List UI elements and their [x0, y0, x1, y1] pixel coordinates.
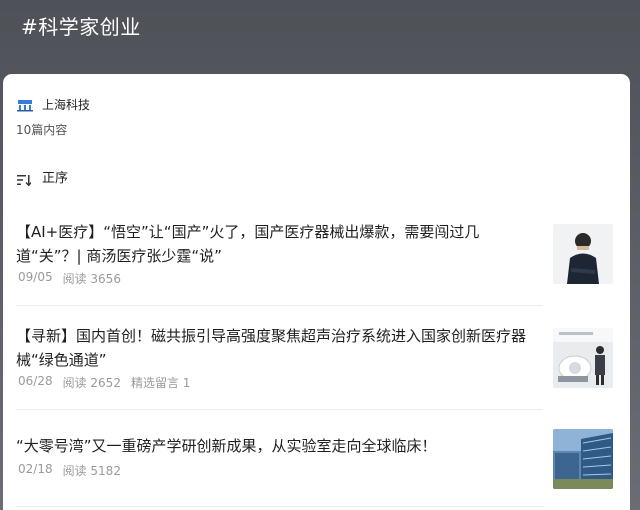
article-title[interactable]: “大零号湾”又一重磅产学研创新成果，从实验室走向全球临床！: [16, 434, 541, 458]
shanghai-tech-logo-icon: [17, 97, 33, 112]
article-title[interactable]: 【AI+医疗】“悟空”让“国产”火了，国产医疗器械出爆款，需要闯过几道“关”？|…: [16, 220, 541, 268]
divider: [16, 506, 543, 507]
article-thumbnail[interactable]: [553, 224, 613, 284]
topic-title: #科学家创业: [21, 15, 141, 39]
divider: [16, 305, 543, 306]
article-comments: 精选留言 1: [130, 376, 191, 390]
article-date: 02/18: [18, 462, 53, 476]
article-item[interactable]: “大零号湾”又一重磅产学研创新成果，从实验室走向全球临床！ 02/18 阅读 5…: [16, 429, 613, 500]
article-meta: 09/05 阅读 3656: [18, 270, 121, 287]
sort-order-icon: [17, 171, 32, 187]
article-date: 09/05: [18, 270, 53, 284]
article-reads: 阅读 2652: [62, 376, 121, 390]
article-meta: 06/28 阅读 2652 精选留言 1: [18, 374, 190, 391]
sort-label[interactable]: 正序: [42, 167, 68, 186]
article-reads: 阅读 3656: [62, 272, 121, 286]
article-thumbnail[interactable]: [553, 429, 613, 489]
article-reads: 阅读 5182: [62, 464, 121, 478]
article-item[interactable]: 【寻新】国内首创！磁共振引导高强度聚焦超声治疗系统进入国家创新医疗器械“绿色通道…: [16, 324, 613, 391]
article-title[interactable]: 【寻新】国内首创！磁共振引导高强度聚焦超声治疗系统进入国家创新医疗器械“绿色通道…: [16, 324, 541, 372]
article-date: 06/28: [18, 374, 53, 388]
content-card: 上海科技 10篇内容 正序 【AI+医疗】“悟空”让“国产”火了，国产医疗器械出…: [3, 74, 630, 510]
article-meta: 02/18 阅读 5182: [18, 462, 121, 479]
article-item[interactable]: 【AI+医疗】“悟空”让“国产”火了，国产医疗器械出爆款，需要闯过几道“关”？|…: [16, 220, 613, 287]
article-count: 10篇内容: [16, 123, 68, 137]
account-name[interactable]: 上海科技: [42, 96, 90, 113]
divider: [16, 409, 543, 410]
sort-toggle[interactable]: 正序: [17, 167, 68, 187]
account-row[interactable]: 上海科技: [17, 95, 90, 113]
article-thumbnail[interactable]: [553, 328, 613, 388]
topic-header: #科学家创业: [0, 0, 640, 80]
